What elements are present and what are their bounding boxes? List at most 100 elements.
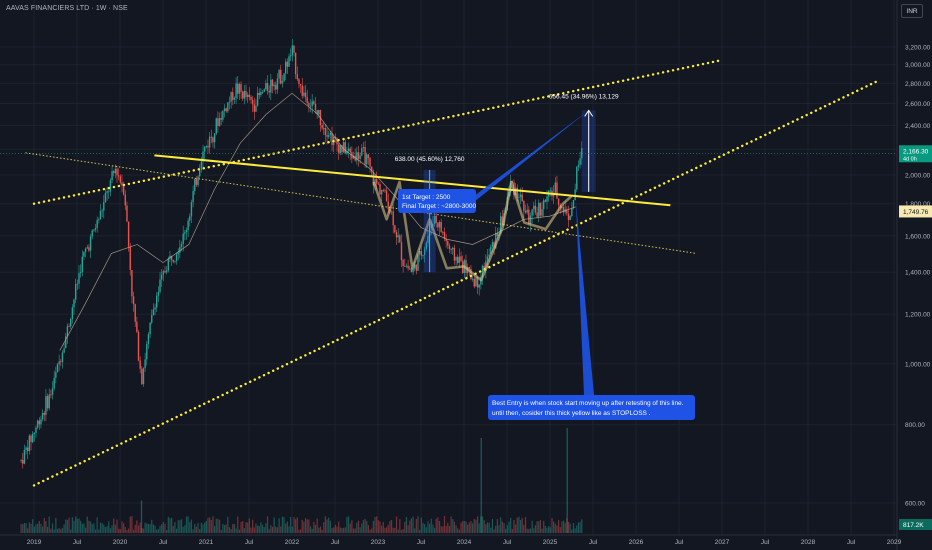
candle-body bbox=[438, 221, 441, 228]
candle-body bbox=[250, 97, 252, 100]
candle-body bbox=[86, 247, 88, 249]
volume-bar bbox=[422, 522, 424, 533]
volume-bar bbox=[400, 529, 403, 533]
volume-bar bbox=[261, 524, 264, 533]
candle-body bbox=[205, 145, 208, 148]
volume-bar bbox=[534, 525, 537, 533]
candle-body bbox=[132, 296, 135, 305]
volume-bar bbox=[425, 527, 427, 533]
volume-bar bbox=[232, 523, 234, 533]
volume-bar bbox=[470, 521, 472, 533]
candle-body bbox=[304, 92, 307, 98]
candle-body bbox=[554, 182, 556, 193]
candle-body bbox=[242, 91, 244, 99]
volume-bar bbox=[346, 516, 348, 533]
candle-body bbox=[546, 196, 548, 202]
volume-bar bbox=[372, 520, 374, 533]
candle-body bbox=[119, 176, 122, 183]
volume-bar bbox=[46, 526, 49, 533]
candle-body bbox=[528, 209, 530, 224]
candle-body bbox=[293, 45, 295, 53]
x-tick-label: Jul bbox=[761, 539, 770, 546]
candle-body bbox=[88, 247, 90, 251]
candle-body bbox=[180, 244, 183, 247]
marker-price-label: 1,749.76 bbox=[903, 209, 929, 216]
candle-body bbox=[448, 245, 451, 249]
volume-bar bbox=[281, 516, 284, 533]
y-tick-label: 600.00 bbox=[905, 501, 925, 508]
volume-bar bbox=[343, 527, 345, 533]
volume-bar bbox=[40, 523, 42, 533]
candle-body bbox=[245, 90, 247, 98]
candle-body bbox=[278, 69, 280, 79]
volume-bar bbox=[304, 518, 307, 533]
candle-body bbox=[283, 73, 285, 82]
volume-bar bbox=[250, 527, 252, 533]
targets-line-1: 1st Target : 2500 bbox=[402, 194, 451, 201]
volume-bar bbox=[273, 517, 275, 533]
volume-bar bbox=[265, 523, 267, 533]
candle-body bbox=[136, 321, 138, 332]
candle-body bbox=[447, 241, 449, 246]
candle-body bbox=[63, 348, 65, 353]
candle-body bbox=[266, 83, 269, 91]
volume-bar bbox=[447, 522, 449, 533]
volume-bar bbox=[271, 526, 274, 533]
time-axis[interactable]: 2019 Jul 2020 Jul 2021 Jul 2022 Jul 2023 Jul 2024 J… bbox=[0, 534, 902, 546]
candle-body bbox=[185, 229, 188, 233]
volume-bar bbox=[199, 529, 201, 533]
candle-body bbox=[331, 132, 333, 145]
volume-bar bbox=[242, 521, 244, 533]
candle-body bbox=[281, 81, 284, 84]
candle-body bbox=[20, 460, 22, 462]
volume-bar bbox=[185, 516, 188, 533]
candle-body bbox=[569, 216, 571, 220]
volume-bar bbox=[94, 529, 97, 533]
candle-body bbox=[215, 118, 217, 134]
volume-bar bbox=[230, 529, 232, 533]
volume-bar bbox=[374, 517, 376, 533]
volume-bar bbox=[66, 519, 69, 533]
last-price-label: 2,166.30 bbox=[903, 148, 929, 155]
volume-bar bbox=[223, 525, 226, 533]
volume-bar bbox=[28, 522, 30, 533]
candle-body bbox=[571, 207, 573, 217]
candle-body bbox=[126, 205, 128, 222]
volume-bar bbox=[136, 520, 138, 533]
volume-bar bbox=[491, 518, 494, 533]
volume-bar bbox=[228, 526, 231, 533]
entry-pointer bbox=[575, 200, 594, 395]
candle-body bbox=[309, 105, 312, 107]
currency-button[interactable]: INR bbox=[901, 4, 923, 18]
price-axis[interactable]: 600.00 800.00 1,000.00 1,200.00 1,400.00 1,60… bbox=[896, 0, 932, 550]
volume-bar bbox=[73, 520, 75, 533]
volume-bar bbox=[529, 528, 532, 533]
volume-bar bbox=[174, 522, 176, 533]
volume-bar bbox=[331, 528, 333, 533]
volume-bar bbox=[576, 525, 578, 533]
candle-body bbox=[189, 216, 191, 221]
candle-body bbox=[529, 215, 532, 224]
candle-body bbox=[380, 189, 383, 195]
price-chart[interactable]: 638.00 (45.60%) 12,760 656.45 (34.96%) 13… bbox=[0, 0, 932, 550]
volume-bar bbox=[371, 528, 373, 533]
candle-body bbox=[182, 233, 184, 245]
volume-bar bbox=[53, 529, 55, 533]
volume-bar bbox=[151, 519, 153, 533]
volume-bars bbox=[20, 428, 583, 533]
candle-body bbox=[230, 92, 232, 102]
symbol-title[interactable]: AAVAS FINANCIERS LTD · 1W · NSE bbox=[6, 5, 128, 12]
candle-body bbox=[475, 277, 477, 287]
volume-bar bbox=[300, 529, 302, 533]
volume-bar bbox=[86, 516, 88, 533]
candle-body bbox=[223, 108, 226, 112]
volume-bar bbox=[204, 522, 206, 533]
volume-bar bbox=[485, 524, 487, 533]
candle-body bbox=[288, 56, 290, 67]
candle-body bbox=[192, 191, 194, 203]
volume-spike bbox=[480, 438, 482, 533]
volume-bar bbox=[498, 525, 500, 533]
candle-body bbox=[103, 202, 105, 211]
volume-bar bbox=[126, 529, 128, 533]
candle-body bbox=[175, 254, 178, 261]
